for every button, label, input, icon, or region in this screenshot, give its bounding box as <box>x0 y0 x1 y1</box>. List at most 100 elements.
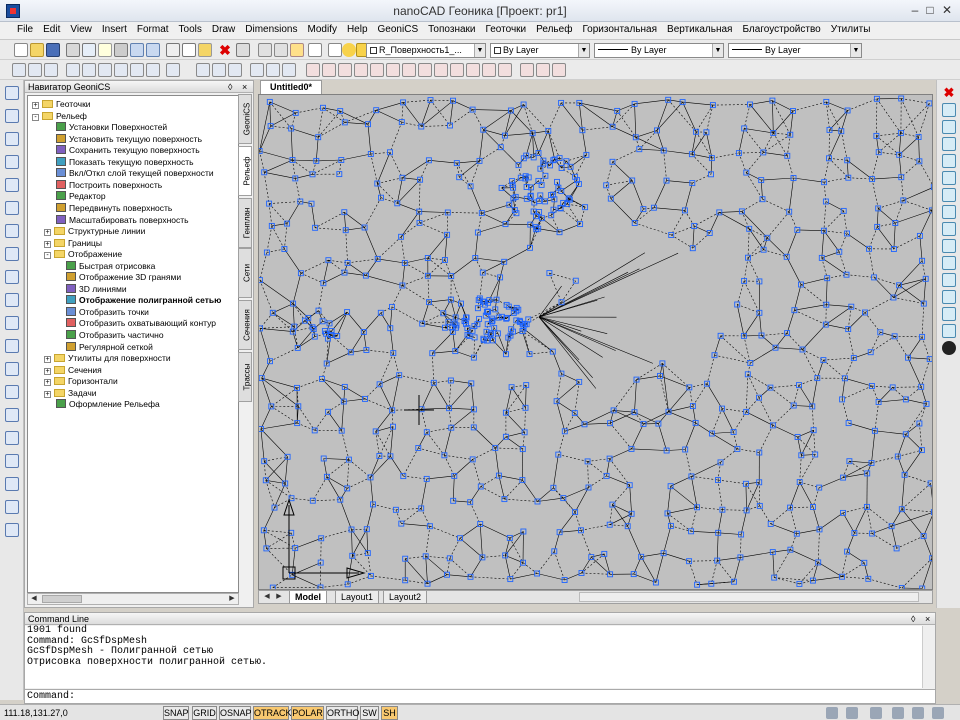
polyline-tool-icon[interactable] <box>5 109 19 123</box>
line-icon[interactable] <box>12 63 26 77</box>
notification-icon[interactable] <box>912 707 924 719</box>
hatch-icon[interactable] <box>114 63 128 77</box>
construction-line-icon[interactable] <box>5 500 19 514</box>
tree-item[interactable]: Быстрая отрисовка <box>58 260 155 272</box>
undo-icon[interactable] <box>130 43 144 57</box>
tree-folder[interactable]: + Границы <box>44 238 102 249</box>
snap-nearest-icon[interactable] <box>466 63 480 77</box>
paste-icon[interactable] <box>198 43 212 57</box>
expand-icon[interactable]: + <box>44 379 51 387</box>
navigator-tab-0[interactable]: GeoniCS <box>238 94 252 144</box>
line-tool-icon[interactable] <box>5 86 19 100</box>
plot-icon[interactable] <box>114 43 128 57</box>
fillet-icon[interactable] <box>942 324 956 338</box>
menu-item-10[interactable]: GeoniCS <box>373 22 424 40</box>
menu-item-11[interactable]: Топознаки <box>423 22 480 40</box>
menu-item-9[interactable]: Help <box>342 22 373 40</box>
tree-folder[interactable]: + Структурные линии <box>44 226 145 237</box>
redo-icon[interactable] <box>146 43 160 57</box>
copy-object-icon[interactable] <box>942 103 956 117</box>
join-icon[interactable] <box>942 290 956 304</box>
snap-endpoint-icon[interactable] <box>306 63 320 77</box>
point-tool-icon[interactable] <box>5 293 19 307</box>
layer-manager-icon[interactable] <box>290 43 304 57</box>
model-viewport[interactable] <box>258 94 933 590</box>
dim-diameter-icon[interactable] <box>266 63 280 77</box>
scroll-left-arrow-icon[interactable]: ◀ <box>28 594 40 604</box>
navigator-tab-4[interactable]: Сечения <box>238 300 252 350</box>
dim-aligned-icon[interactable] <box>212 63 226 77</box>
break-icon[interactable] <box>942 273 956 287</box>
tree-item[interactable]: Вкл/Откл слой текущей поверхности <box>44 168 214 179</box>
expand-icon[interactable]: - <box>44 252 51 260</box>
rectangle-tool-icon[interactable] <box>5 178 19 192</box>
new-file-icon[interactable] <box>14 43 28 57</box>
close-window-button[interactable]: ✕ <box>937 3 957 18</box>
viewport-lock-icon[interactable] <box>870 707 882 719</box>
explode-icon[interactable] <box>942 341 956 355</box>
point-icon[interactable] <box>146 63 160 77</box>
array-icon[interactable] <box>942 154 956 168</box>
properties-icon[interactable] <box>328 43 342 57</box>
layer-state-icon[interactable] <box>308 43 322 57</box>
command-input[interactable]: Command: <box>25 689 935 703</box>
snap-settings-icon[interactable] <box>536 63 550 77</box>
copy-icon[interactable] <box>182 43 196 57</box>
tree-item[interactable]: Редактор <box>44 191 106 202</box>
ellipse-icon[interactable] <box>82 63 96 77</box>
tree-item[interactable]: Регулярной сеткой <box>58 341 153 353</box>
scroll-right-arrow-icon[interactable]: ▶ <box>226 594 238 604</box>
publish-icon[interactable] <box>98 43 112 57</box>
text-tool-icon[interactable] <box>5 339 19 353</box>
pin-icon[interactable]: ◊ <box>911 613 915 625</box>
scroll-thumb[interactable] <box>42 595 82 603</box>
snap-insertion-icon[interactable] <box>418 63 432 77</box>
snap-center-icon[interactable] <box>338 63 352 77</box>
dim-linear-icon[interactable] <box>196 63 210 77</box>
snap-apparent-icon[interactable] <box>482 63 496 77</box>
polyline-icon[interactable] <box>28 63 42 77</box>
extend-icon[interactable] <box>942 256 956 270</box>
text-icon[interactable] <box>166 63 180 77</box>
tree-folder[interactable]: - Рельеф <box>32 111 87 122</box>
menu-item-12[interactable]: Геоточки <box>481 22 532 40</box>
tree-folder[interactable]: + Задачи <box>44 388 97 399</box>
menu-item-3[interactable]: Insert <box>97 22 132 40</box>
hatch-tool-icon[interactable] <box>5 270 19 284</box>
tree-item[interactable]: Установки Поверхностей <box>44 122 167 133</box>
linetype-combo[interactable]: By Layer ▼ <box>594 43 724 58</box>
expand-icon[interactable]: + <box>44 390 51 398</box>
tree-folder[interactable]: + Горизонтали <box>44 376 118 387</box>
tree-item[interactable]: Отобразить охватывающий контур <box>58 318 216 329</box>
annotation-icon[interactable] <box>846 707 858 719</box>
zoom-icon[interactable] <box>274 43 288 57</box>
layout-tab-1[interactable]: Layout1 <box>335 591 380 604</box>
mtext-tool-icon[interactable] <box>5 362 19 376</box>
match-properties-icon[interactable] <box>236 43 250 57</box>
navigator-hscrollbar[interactable]: ◀ ▶ <box>27 593 239 605</box>
menu-item-15[interactable]: Вертикальная <box>662 22 737 40</box>
layout-tab-0[interactable]: Model <box>289 591 327 604</box>
move-icon[interactable] <box>942 171 956 185</box>
tree-item[interactable]: Оформление Рельефа <box>44 399 160 410</box>
mirror-icon[interactable] <box>942 120 956 134</box>
tree-folder[interactable]: - Отображение <box>44 249 122 260</box>
snap-node-icon[interactable] <box>354 63 368 77</box>
spline-tool-icon[interactable] <box>5 224 19 238</box>
block-tool-icon[interactable] <box>5 316 19 330</box>
print-icon[interactable] <box>66 43 80 57</box>
dim-angular-icon[interactable] <box>228 63 242 77</box>
layer-on-icon[interactable] <box>342 43 356 57</box>
snap-tangent-icon[interactable] <box>450 63 464 77</box>
status-toggle-ortho[interactable]: ORTHO <box>326 706 359 720</box>
menu-item-14[interactable]: Горизонтальная <box>577 22 662 40</box>
table-tool-icon[interactable] <box>5 408 19 422</box>
tree-item[interactable]: Установить текущую поверхность <box>44 133 202 145</box>
scale-icon[interactable] <box>942 205 956 219</box>
tree-item[interactable]: Отобразить точки <box>58 306 149 318</box>
polygon-tool-icon[interactable] <box>5 201 19 215</box>
pin-icon[interactable]: ◊ <box>228 81 232 93</box>
command-history-scrollbar[interactable] <box>923 626 935 688</box>
tree-item[interactable]: 3D линиями <box>58 283 127 295</box>
rectangle-icon[interactable] <box>98 63 112 77</box>
